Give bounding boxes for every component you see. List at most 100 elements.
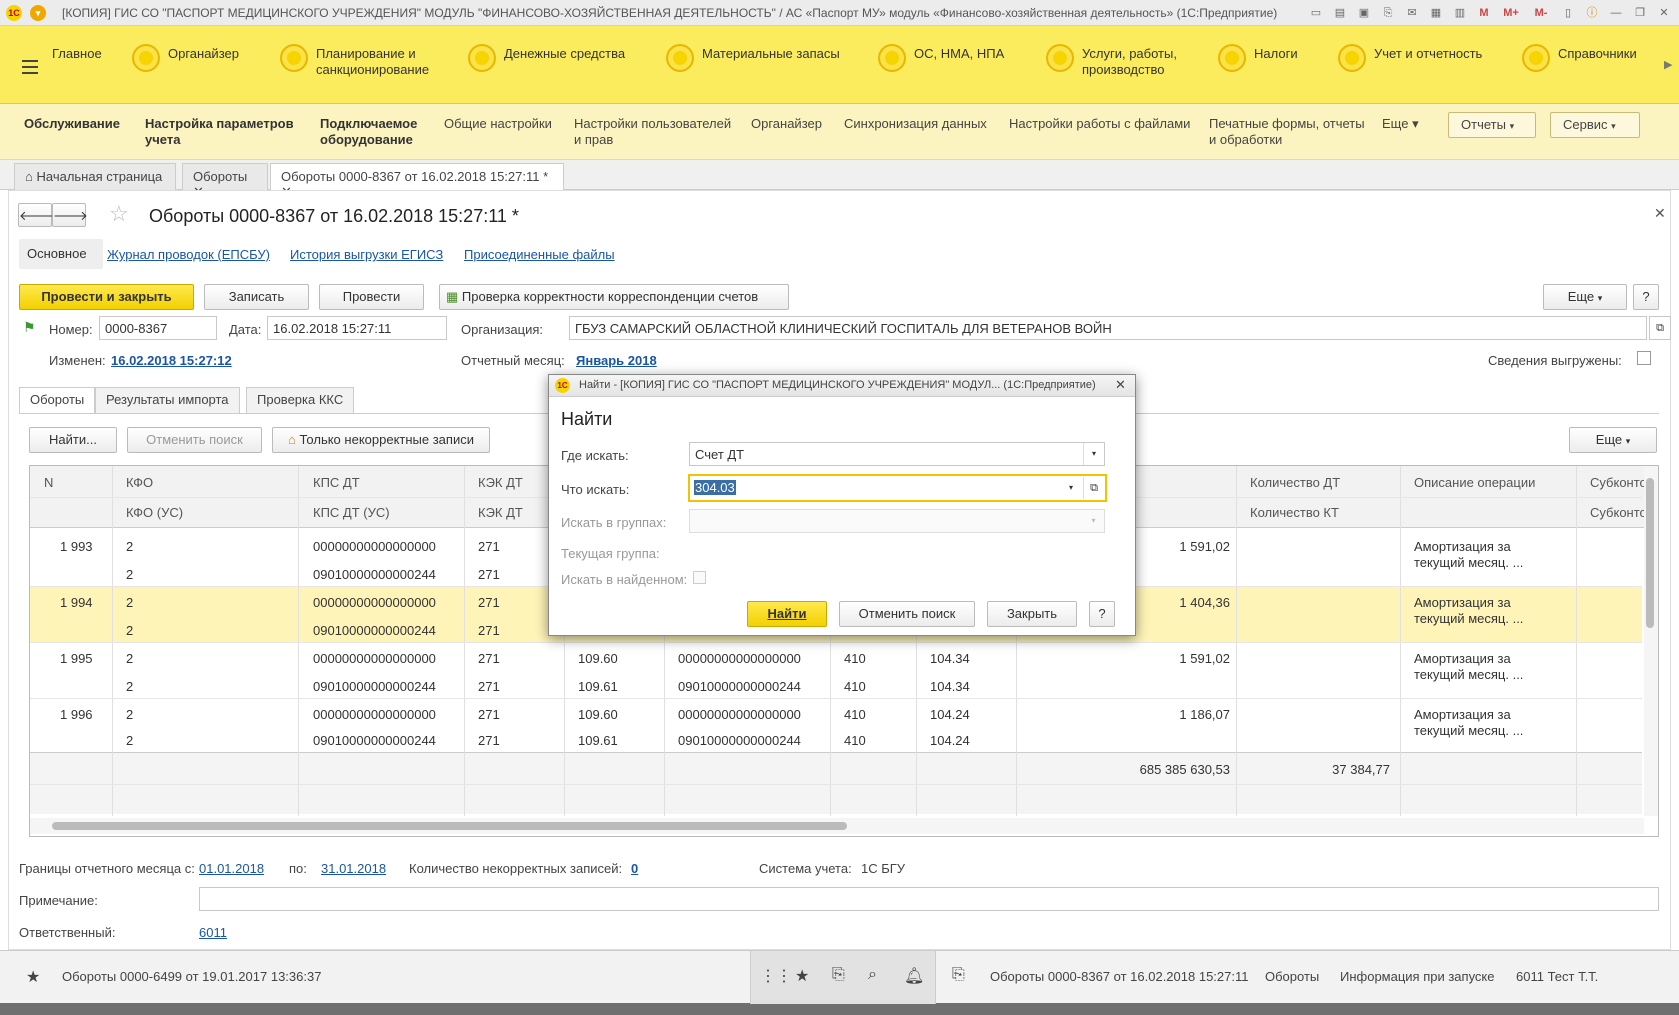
open-org-icon[interactable]: ⧉ xyxy=(1649,316,1671,340)
menu-icon[interactable] xyxy=(22,60,38,74)
number-field[interactable]: 0000-8367 xyxy=(99,316,217,340)
what-open-icon[interactable]: ⧉ xyxy=(1083,477,1104,499)
mail-icon[interactable]: ✉ xyxy=(1403,4,1421,22)
cancel-search-button[interactable]: Отменить поиск xyxy=(127,427,262,453)
favorites-icon[interactable]: ★ xyxy=(795,966,809,986)
post-and-close-button[interactable]: Провести и закрыть xyxy=(19,284,194,310)
preview-icon[interactable]: ▣ xyxy=(1355,4,1373,22)
history-icon[interactable]: ⎘ xyxy=(832,966,845,984)
section-organizer[interactable]: Органайзер xyxy=(132,44,239,72)
tab-turnovers[interactable]: Обороты ✕ xyxy=(182,163,268,199)
section-fixed-assets[interactable]: ОС, НМА, НПА xyxy=(878,44,1004,72)
cell-kps-kt[interactable]: 09010000000000244 xyxy=(678,733,801,748)
action-sync[interactable]: Синхронизация данных xyxy=(844,116,987,132)
action-files[interactable]: Настройки работы с файлами xyxy=(1009,116,1190,132)
cell-kps[interactable]: 00000000000000000 xyxy=(313,539,436,554)
tab-kks-check[interactable]: Проверка ККС xyxy=(246,387,355,413)
cell-account-kt[interactable]: 104.24 xyxy=(930,707,970,722)
nav-main[interactable]: Основное xyxy=(19,239,103,269)
print-icon[interactable]: ▤ xyxy=(1331,4,1349,22)
memory-mplus-button[interactable]: M+ xyxy=(1499,4,1523,22)
what-dropdown-icon[interactable]: ▾ xyxy=(1061,477,1081,499)
groups-dropdown-icon[interactable]: ▾ xyxy=(1083,510,1104,532)
section-money[interactable]: Денежные средства xyxy=(468,44,625,72)
cell-kfo[interactable]: 2 xyxy=(126,707,133,722)
cell-kps[interactable]: 00000000000000000 xyxy=(313,707,436,722)
section-planning[interactable]: Планирование и санкционирование xyxy=(280,44,429,78)
tab-home[interactable]: ⌂ Начальная страница xyxy=(14,163,176,190)
cell-kps-kt[interactable]: 09010000000000244 xyxy=(678,679,801,694)
nav-journal[interactable]: Журнал проводок (ЕПСБУ) xyxy=(107,247,270,262)
apps-grid-icon[interactable]: ⋮⋮ xyxy=(760,966,792,986)
action-service[interactable]: Обслуживание xyxy=(24,116,120,132)
cell-kps[interactable]: 09010000000000244 xyxy=(313,733,436,748)
cell-n[interactable]: 1 994 xyxy=(60,595,93,610)
cell-description[interactable]: Амортизация за текущий месяц. ... xyxy=(1414,707,1523,739)
minimize-icon[interactable]: — xyxy=(1607,4,1625,22)
cell-kps-kt[interactable]: 00000000000000000 xyxy=(678,651,801,666)
memory-mminus-button[interactable]: M- xyxy=(1529,4,1553,22)
col-header-description[interactable]: Описание операции xyxy=(1414,475,1535,490)
cell-kek[interactable]: 271 xyxy=(478,707,500,722)
cell-description[interactable]: Амортизация за текущий месяц. ... xyxy=(1414,595,1523,627)
responsible-link[interactable]: 6011 xyxy=(199,925,227,940)
nav-files[interactable]: Присоединенные файлы xyxy=(464,247,615,262)
info-icon[interactable]: ⓘ xyxy=(1583,4,1601,22)
exported-checkbox[interactable] xyxy=(1637,351,1651,365)
cell-kfo[interactable]: 2 xyxy=(126,623,133,638)
dialog-close-button[interactable]: Закрыть xyxy=(987,601,1077,627)
main-menu-icon[interactable]: ▾ xyxy=(30,5,46,21)
bounds-to-link[interactable]: 31.01.2018 xyxy=(321,861,386,876)
forward-button[interactable]: 🡒 xyxy=(52,203,88,227)
startup-info[interactable]: Информация при запуске xyxy=(1340,969,1495,984)
section-materials[interactable]: Материальные запасы xyxy=(666,44,840,72)
action-equipment[interactable]: Подключаемое оборудование xyxy=(320,116,417,148)
cell-account-kt[interactable]: 104.34 xyxy=(930,651,970,666)
cell-kek[interactable]: 271 xyxy=(478,679,500,694)
star-icon[interactable]: ★ xyxy=(26,967,40,987)
section-services[interactable]: Услуги, работы, производство xyxy=(1046,44,1177,78)
cell-account-dt[interactable]: 109.61 xyxy=(578,679,618,694)
date-field[interactable]: 16.02.2018 15:27:11 xyxy=(267,316,447,340)
memory-m-button[interactable]: M xyxy=(1475,4,1493,22)
in-found-checkbox[interactable] xyxy=(693,571,706,584)
section-references[interactable]: Справочники xyxy=(1522,44,1637,72)
link-icon[interactable]: ⎘ xyxy=(1379,4,1397,22)
cell-kps[interactable]: 09010000000000244 xyxy=(313,567,436,582)
search-icon[interactable]: ⌕ xyxy=(868,966,877,984)
cell-kfo[interactable]: 2 xyxy=(126,539,133,554)
dialog-cancel-button[interactable]: Отменить поиск xyxy=(839,601,975,627)
dialog-find-button[interactable]: Найти xyxy=(747,601,827,627)
action-general-settings[interactable]: Общие настройки xyxy=(444,116,552,132)
col-header-kfo[interactable]: КФО xyxy=(126,475,153,490)
grid-more-button[interactable]: Еще ▾ xyxy=(1569,427,1657,453)
where-field[interactable]: Счет ДТ xyxy=(689,442,1105,466)
where-dropdown-icon[interactable]: ▾ xyxy=(1083,443,1104,465)
restore-icon[interactable]: ❐ xyxy=(1631,4,1649,22)
section-reporting[interactable]: Учет и отчетность xyxy=(1338,44,1482,72)
col-header-kps-dt-us[interactable]: КПС ДТ (УС) xyxy=(313,505,390,520)
cell-account-kt[interactable]: 104.34 xyxy=(930,679,970,694)
cell-kfo[interactable]: 2 xyxy=(126,651,133,666)
panels-icon[interactable]: ▯ xyxy=(1559,4,1577,22)
cell-kek-kt[interactable]: 410 xyxy=(844,733,866,748)
cell-sum[interactable]: 1 404,36 xyxy=(1130,595,1230,610)
find-button[interactable]: Найти... xyxy=(29,427,117,453)
cell-account-dt[interactable]: 109.61 xyxy=(578,733,618,748)
cell-n[interactable]: 1 993 xyxy=(60,539,93,554)
service-button[interactable]: Сервис ▾ xyxy=(1550,112,1640,138)
current-window[interactable]: Обороты 0000-8367 от 16.02.2018 15:27:11 xyxy=(990,969,1248,984)
check-correspondence-button[interactable]: ▦ Проверка корректности корреспонденции … xyxy=(439,284,789,310)
cell-n[interactable]: 1 995 xyxy=(60,651,93,666)
more-button[interactable]: Еще ▾ xyxy=(1543,284,1627,310)
bounds-from-link[interactable]: 01.01.2018 xyxy=(199,861,264,876)
cell-kek[interactable]: 271 xyxy=(478,733,500,748)
cell-n[interactable]: 1 996 xyxy=(60,707,93,722)
only-incorrect-button[interactable]: ⌂ Только некорректные записи xyxy=(272,427,490,453)
cell-kek-kt[interactable]: 410 xyxy=(844,679,866,694)
cell-sum[interactable]: 1 591,02 xyxy=(1130,539,1230,554)
calendar-icon[interactable]: ▥ xyxy=(1451,4,1469,22)
list-window[interactable]: Обороты xyxy=(1265,969,1319,984)
cell-kps-kt[interactable]: 00000000000000000 xyxy=(678,707,801,722)
cell-kfo[interactable]: 2 xyxy=(126,595,133,610)
